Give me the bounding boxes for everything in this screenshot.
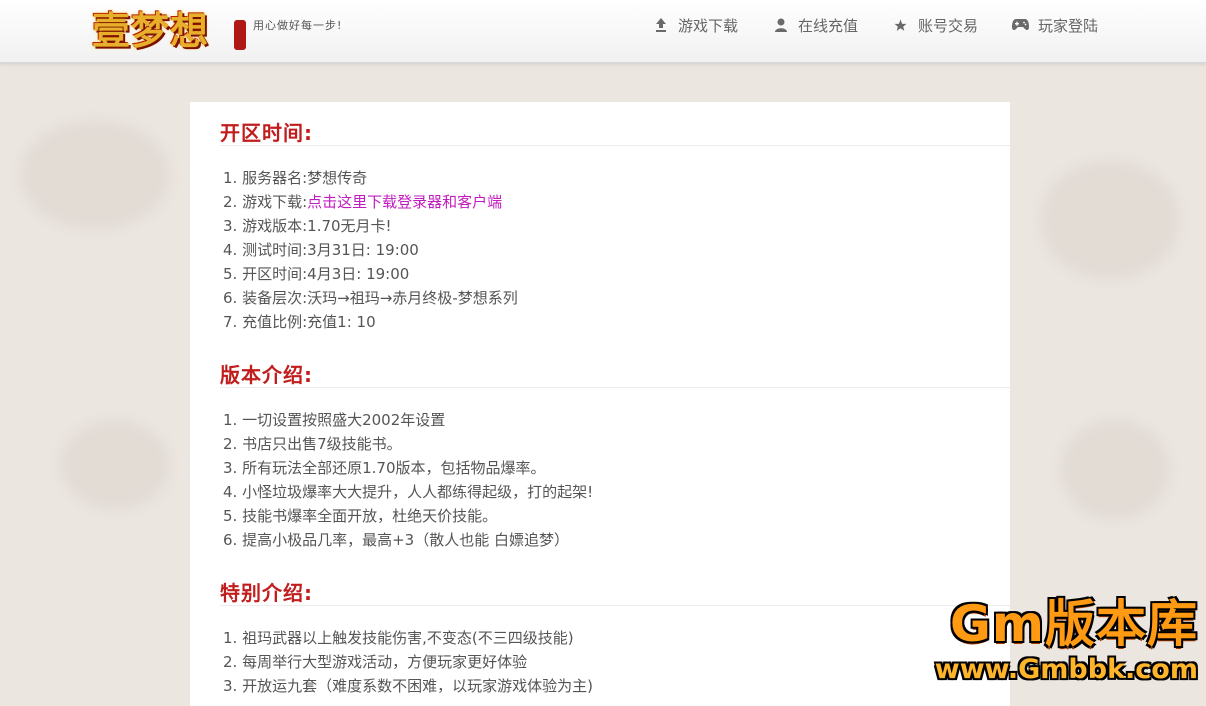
list-item: 2. 游戏下载:点击这里下载登录器和客户端 xyxy=(223,193,503,211)
background-texture xyxy=(60,420,170,510)
list-item: 6. 提高小极品几率，最高+3（散人也能 白嫖追梦） xyxy=(223,531,569,549)
section-divider xyxy=(220,605,1010,606)
site-logo[interactable]: 壹梦想 xyxy=(92,2,252,60)
list-item: 1. 一切设置按照盛大2002年设置 xyxy=(223,411,446,429)
list-item: 7. 充值比例:充值1: 10 xyxy=(223,313,376,331)
nav-label: 玩家登陆 xyxy=(1037,16,1098,35)
nav-player-login[interactable]: 玩家登陆 xyxy=(1012,15,1098,36)
user-icon xyxy=(772,16,790,34)
list-item: 1. 服务器名:梦想传奇 xyxy=(223,169,368,187)
nav-online-recharge[interactable]: 在线充值 xyxy=(772,15,858,36)
nav-label: 账号交易 xyxy=(917,16,978,35)
background-texture xyxy=(1040,160,1180,280)
background-texture xyxy=(20,120,170,230)
open-time-list: 1. 服务器名:梦想传奇 2. 游戏下载:点击这里下载登录器和客户端 3. 游戏… xyxy=(223,166,518,334)
section-title-version-intro: 版本介绍: xyxy=(220,363,313,387)
site-header: 壹梦想 用心做好每一步! 游戏下载 在线充值 账号交易 玩家登陆 xyxy=(0,0,1206,64)
list-item: 2. 每周举行大型游戏活动，方便玩家更好体验 xyxy=(223,653,528,671)
nav-label: 游戏下载 xyxy=(677,16,738,35)
main-content: 开区时间: 1. 服务器名:梦想传奇 2. 游戏下载:点击这里下载登录器和客户端… xyxy=(190,102,1010,706)
background-texture xyxy=(1060,420,1170,520)
list-item: 6. 装备层次:沃玛→祖玛→赤月终极-梦想系列 xyxy=(223,289,518,307)
section-title-special-intro: 特别介绍: xyxy=(220,581,313,605)
client-download-link[interactable]: 点击这里下载登录器和客户端 xyxy=(307,193,502,211)
nav-account-trade[interactable]: 账号交易 xyxy=(892,15,978,36)
section-divider xyxy=(220,387,1010,388)
list-item: 3. 游戏版本:1.70无月卡! xyxy=(223,217,392,235)
logo-seal xyxy=(234,20,246,50)
list-item: 4. 测试时间:3月31日: 19:00 xyxy=(223,241,419,259)
nav-label: 在线充值 xyxy=(797,16,858,35)
list-item: 5. 技能书爆率全面开放，杜绝天价技能。 xyxy=(223,507,498,525)
gamepad-icon xyxy=(1012,16,1030,34)
site-slogan: 用心做好每一步! xyxy=(253,19,343,32)
nav-game-download[interactable]: 游戏下载 xyxy=(652,15,738,36)
main-nav: 游戏下载 在线充值 账号交易 玩家登陆 xyxy=(618,0,1098,50)
download-icon xyxy=(652,16,670,34)
list-item: 3. 开放运九套（难度系数不困难，以玩家游戏体验为主) xyxy=(223,677,593,695)
section-divider xyxy=(220,145,1010,146)
list-item: 4. 小怪垃圾爆率大大提升，人人都练得起级，打的起架! xyxy=(223,483,594,501)
watermark-title: Gm版本库 xyxy=(949,595,1198,653)
list-item: 3. 所有玩法全部还原1.70版本，包括物品爆率。 xyxy=(223,459,546,477)
list-item: 5. 开区时间:4月3日: 19:00 xyxy=(223,265,410,283)
star-icon xyxy=(892,16,910,34)
special-intro-list: 1. 祖玛武器以上触发技能伤害,不变态(不三四级技能) 2. 每周举行大型游戏活… xyxy=(223,626,593,698)
list-item: 2. 书店只出售7级技能书。 xyxy=(223,435,402,453)
watermark-url: www.Gmbbk.com xyxy=(934,654,1198,685)
list-item: 1. 祖玛武器以上触发技能伤害,不变态(不三四级技能) xyxy=(223,629,574,647)
version-intro-list: 1. 一切设置按照盛大2002年设置 2. 书店只出售7级技能书。 3. 所有玩… xyxy=(223,408,593,552)
site-watermark: Gm版本库 www.Gmbbk.com xyxy=(902,596,1202,692)
logo-text: 壹梦想 xyxy=(92,8,210,53)
section-title-open-time: 开区时间: xyxy=(220,121,313,145)
